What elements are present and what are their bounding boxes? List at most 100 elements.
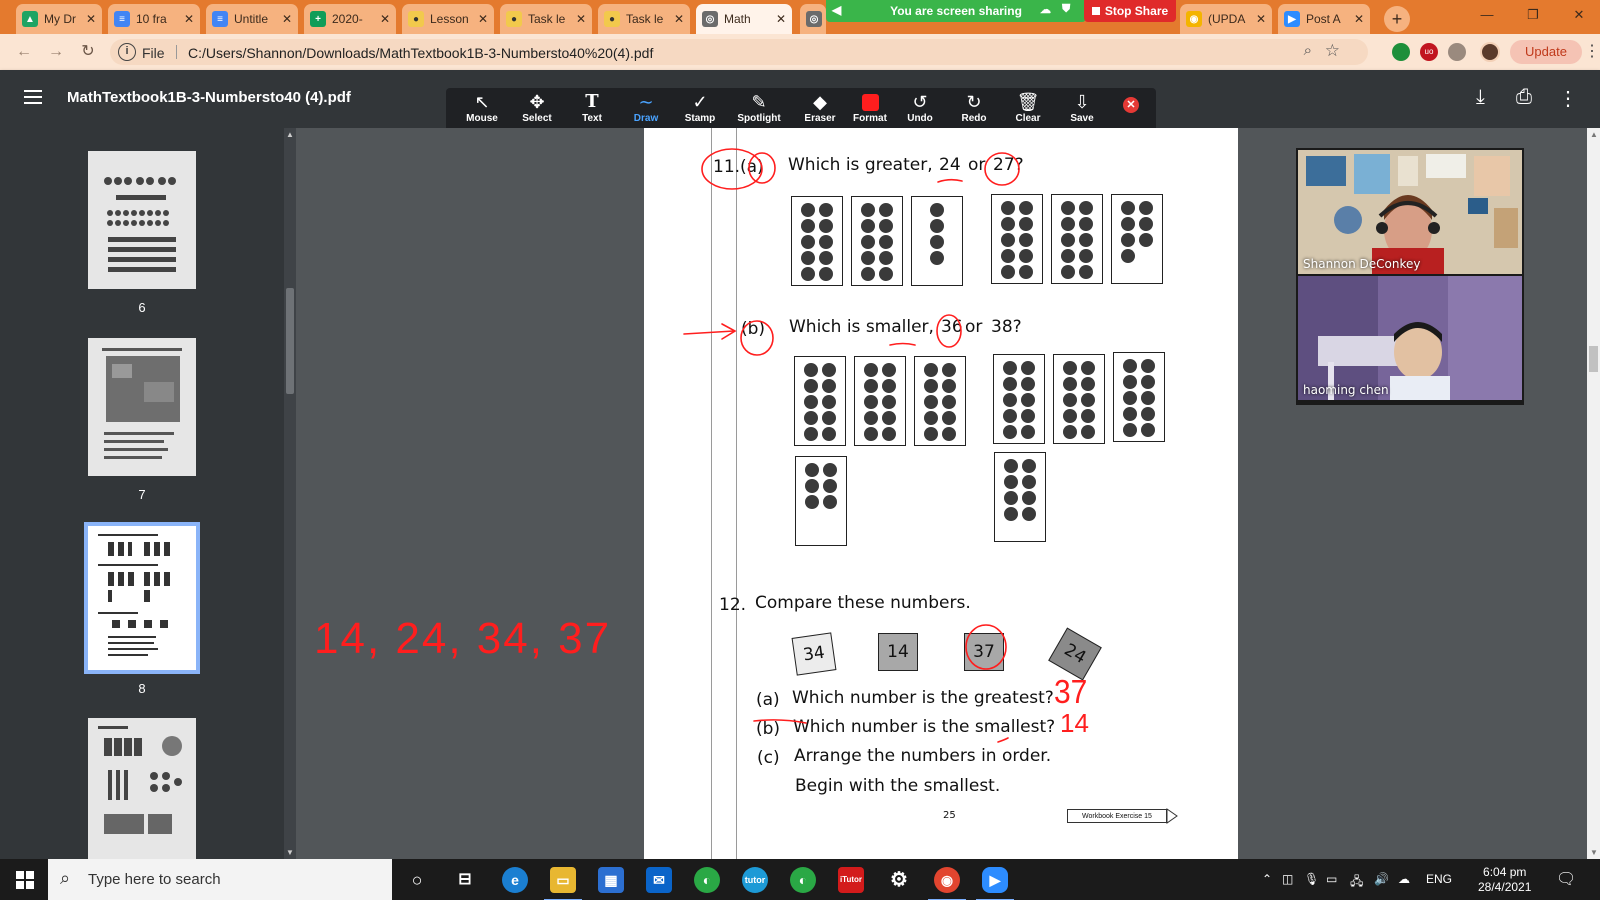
- video-panel[interactable]: Shannon DeConkey haoming chen: [1296, 148, 1524, 405]
- browser-tab-active[interactable]: ◎ Math ✕: [696, 4, 792, 34]
- tab-close-icon[interactable]: ✕: [184, 12, 194, 26]
- battery-icon[interactable]: ▭: [1326, 872, 1337, 886]
- tool-spotlight[interactable]: ✎ Spotlight: [727, 91, 791, 131]
- tab-close-icon[interactable]: ✕: [380, 12, 390, 26]
- page-thumbnail[interactable]: [88, 718, 196, 859]
- store-icon[interactable]: ▦: [598, 867, 624, 893]
- taskbar-search[interactable]: ⌕ Type here to search: [48, 859, 392, 900]
- tool-undo[interactable]: ↺ Undo: [892, 91, 948, 131]
- browser-tab[interactable]: ▶ Post A ✕: [1278, 4, 1370, 34]
- browser-tab[interactable]: ● Task le ✕: [598, 4, 690, 34]
- volume-icon[interactable]: 🔊: [1374, 872, 1389, 886]
- microphone-icon[interactable]: 🎙: [1304, 872, 1319, 886]
- profile-avatar[interactable]: [1480, 42, 1500, 62]
- stop-share-button[interactable]: Stop Share: [1084, 0, 1176, 22]
- tool-redo[interactable]: ↻ Redo: [946, 91, 1002, 131]
- browser-tab[interactable]: ≡ 10 fra ✕: [108, 4, 200, 34]
- tool-clear[interactable]: 🗑 Clear: [1000, 91, 1056, 131]
- scroll-down-icon[interactable]: ▼: [286, 848, 294, 857]
- ublock-icon[interactable]: uo: [1420, 43, 1438, 61]
- tool-eraser[interactable]: ◆ Eraser: [792, 91, 848, 131]
- zoom-icon[interactable]: ⌕: [1304, 42, 1312, 59]
- window-close-button[interactable]: ✕: [1556, 0, 1600, 30]
- back-arrow-icon[interactable]: ←: [12, 40, 36, 64]
- tab-close-icon[interactable]: ✕: [1256, 12, 1266, 26]
- browser-tab[interactable]: ● Task le ✕: [500, 4, 592, 34]
- evernote-icon[interactable]: ◐: [694, 867, 720, 893]
- task-view-icon[interactable]: ⊟: [452, 867, 478, 893]
- file-explorer-icon[interactable]: ▭: [544, 867, 582, 900]
- language-indicator[interactable]: ENG: [1426, 872, 1452, 886]
- tutor-icon[interactable]: tutor: [742, 867, 768, 893]
- tool-stamp[interactable]: ✓ Stamp: [672, 91, 728, 131]
- scroll-up-icon[interactable]: ▲: [1590, 130, 1598, 139]
- page-thumbnail-selected[interactable]: [84, 522, 200, 674]
- browser-menu-icon[interactable]: ⋮: [1584, 41, 1600, 61]
- video-tile[interactable]: haoming chen: [1298, 276, 1522, 400]
- tool-draw[interactable]: ∼ Draw: [618, 91, 674, 131]
- notifications-icon[interactable]: 🗨: [1556, 869, 1576, 889]
- page-thumbnail[interactable]: [88, 151, 196, 289]
- tool-mouse[interactable]: ↖ Mouse: [454, 91, 510, 131]
- thumbnail-preview: [88, 526, 196, 670]
- menu-icon[interactable]: [24, 90, 42, 108]
- scroll-down-icon[interactable]: ▼: [1590, 848, 1598, 857]
- close-annotation-icon[interactable]: ✕: [1123, 97, 1139, 113]
- tab-close-icon[interactable]: ✕: [776, 12, 786, 26]
- system-clock[interactable]: 6:04 pm 28/4/2021: [1478, 865, 1531, 895]
- weather-cloud-icon[interactable]: ☁: [1398, 872, 1410, 886]
- meet-now-icon[interactable]: ◫: [1282, 872, 1293, 886]
- tab-close-icon[interactable]: ✕: [86, 12, 96, 26]
- forward-arrow-icon[interactable]: →: [44, 40, 68, 64]
- browser-tab[interactable]: ≡ Untitle ✕: [206, 4, 298, 34]
- download-icon[interactable]: ⤓: [1476, 86, 1485, 109]
- chevron-up-icon[interactable]: ⌃: [1262, 872, 1272, 886]
- scroll-up-icon[interactable]: ▲: [286, 130, 294, 139]
- tab-label: Math: [724, 12, 751, 26]
- chrome-icon[interactable]: ◉: [928, 867, 966, 900]
- evernote-icon[interactable]: ◐: [790, 867, 816, 893]
- browser-tab[interactable]: ▲ My Dr ✕: [16, 4, 102, 34]
- itutor-group-icon[interactable]: iTutor: [838, 867, 864, 893]
- more-options-icon[interactable]: ⋮: [1558, 86, 1578, 111]
- browser-tab[interactable]: + 2020- ✕: [304, 4, 396, 34]
- settings-gear-icon[interactable]: ⚙: [886, 867, 912, 893]
- browser-tab[interactable]: ◎: [800, 4, 826, 34]
- info-icon[interactable]: i: [118, 43, 136, 61]
- mail-icon[interactable]: ✉: [646, 867, 672, 893]
- tool-select[interactable]: ✥ Select: [509, 91, 565, 131]
- video-tile[interactable]: Shannon DeConkey: [1298, 150, 1522, 274]
- browser-tab[interactable]: ● Lesson ✕: [402, 4, 494, 34]
- tab-close-icon[interactable]: ✕: [576, 12, 586, 26]
- tool-save[interactable]: ⇩ Save: [1054, 91, 1110, 131]
- sidebar-scroll-thumb[interactable]: [286, 288, 294, 394]
- edge-icon[interactable]: e: [502, 867, 528, 893]
- main-scrollbar[interactable]: ▲ ▼: [1587, 128, 1600, 859]
- tab-close-icon[interactable]: ✕: [282, 12, 292, 26]
- tab-close-icon[interactable]: ✕: [1354, 12, 1364, 26]
- main-scroll-thumb[interactable]: [1589, 346, 1598, 372]
- tab-close-icon[interactable]: ✕: [478, 12, 488, 26]
- reload-icon[interactable]: ↻: [76, 40, 100, 64]
- new-tab-button[interactable]: +: [1384, 6, 1410, 32]
- restore-button[interactable]: ❐: [1510, 0, 1556, 30]
- tool-format[interactable]: Format: [842, 91, 898, 131]
- tab-close-icon[interactable]: ✕: [674, 12, 684, 26]
- cortana-icon[interactable]: ○: [404, 867, 430, 893]
- minimize-button[interactable]: —: [1464, 0, 1510, 30]
- page-thumbnail[interactable]: [88, 338, 196, 476]
- drag-handle-icon[interactable]: ◀: [832, 3, 841, 17]
- url-text[interactable]: C:/Users/Shannon/Downloads/MathTextbook1…: [188, 45, 653, 61]
- bookmark-star-icon[interactable]: ☆: [1325, 41, 1340, 61]
- extension-icon[interactable]: [1392, 43, 1410, 61]
- tool-text[interactable]: T Text: [564, 91, 620, 131]
- omnibox[interactable]: i File C:/Users/Shannon/Downloads/MathTe…: [110, 39, 1368, 65]
- sidebar-scrollbar[interactable]: ▲ ▼: [284, 128, 296, 859]
- print-icon[interactable]: ⎙: [1516, 86, 1532, 109]
- zoom-app-icon[interactable]: ▶: [976, 867, 1014, 900]
- browser-tab[interactable]: ◉ (UPDA ✕: [1180, 4, 1272, 34]
- windows-start-icon[interactable]: [16, 871, 34, 889]
- update-button[interactable]: Update: [1510, 40, 1582, 64]
- puzzle-icon[interactable]: [1448, 43, 1466, 61]
- network-icon[interactable]: 🖧: [1350, 872, 1363, 893]
